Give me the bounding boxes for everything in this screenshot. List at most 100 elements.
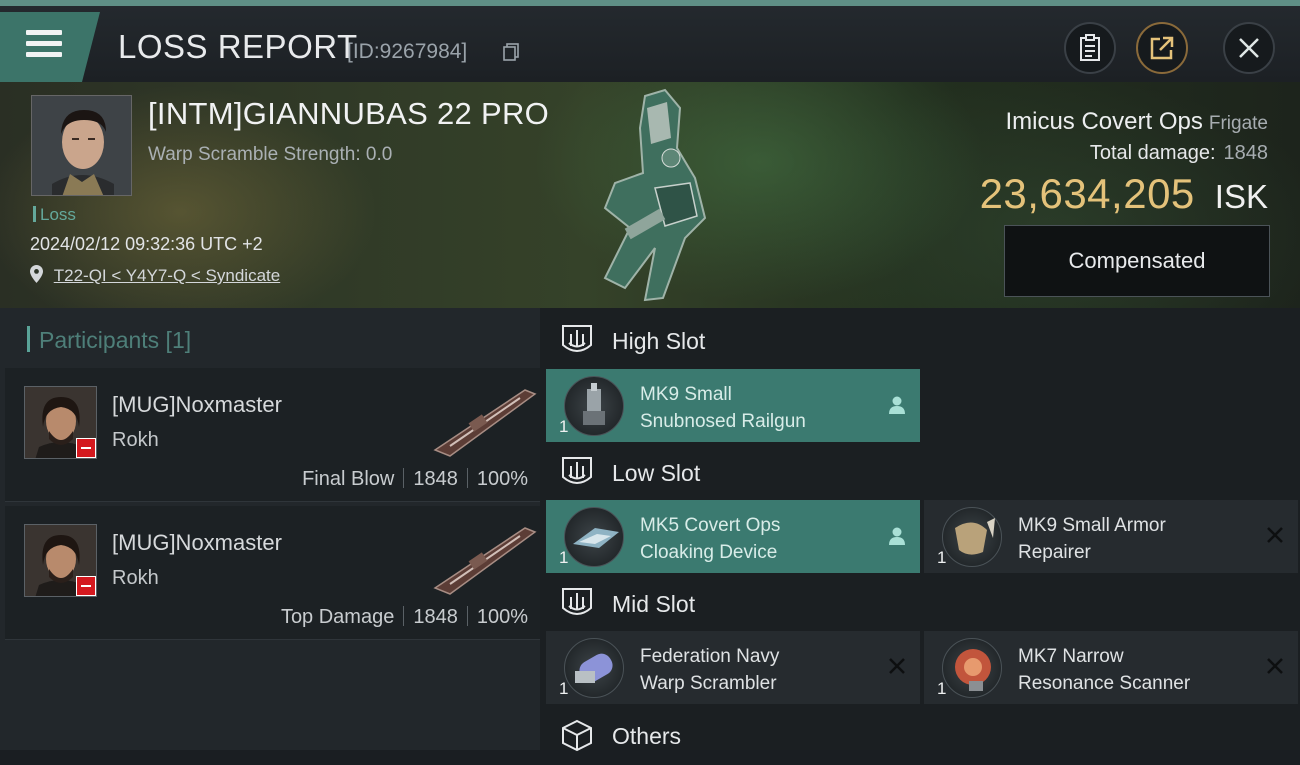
railgun-icon xyxy=(564,376,624,436)
module-name-line: Cloaking Device xyxy=(640,542,778,563)
participant-name[interactable]: [MUG]Noxmaster xyxy=(112,530,282,556)
ship-name-line: Imicus Covert Ops Frigate xyxy=(1005,108,1268,136)
module-name: MK7 Narrow Resonance Scanner xyxy=(1018,643,1190,697)
participant-name[interactable]: [MUG]Noxmaster xyxy=(112,392,282,418)
victim-summary: [INTM]GIANNUBAS 22 PRO Warp Scramble Str… xyxy=(0,82,1300,308)
share-button[interactable] xyxy=(1136,22,1188,74)
module-mid-2[interactable]: 1 MK7 Narrow Resonance Scanner xyxy=(924,631,1298,704)
clipboard-icon xyxy=(1080,34,1100,61)
weapon-icon xyxy=(433,389,537,457)
module-high-1[interactable]: 1 MK9 Small Snubnosed Railgun xyxy=(546,369,920,442)
low-slot-header: Low Slot xyxy=(540,442,1300,502)
participants-panel: Participants [1] [MUG]Noxmaster Rokh Fin… xyxy=(0,308,540,750)
victim-avatar[interactable] xyxy=(31,95,132,196)
loss-tag: Loss xyxy=(33,205,76,225)
participant-percent: 100% xyxy=(476,468,528,490)
location-pin-icon xyxy=(30,265,43,283)
participant-damage: 1848 xyxy=(413,606,458,628)
high-slot-label: High Slot xyxy=(612,328,706,354)
module-name-line: Repairer xyxy=(1018,542,1091,563)
victim-name[interactable]: [INTM]GIANNUBAS 22 PRO xyxy=(148,96,549,132)
module-name-line: MK7 Narrow xyxy=(1018,646,1124,667)
menu-button[interactable] xyxy=(0,12,100,82)
share-icon xyxy=(1150,36,1174,60)
module-low-2[interactable]: 1 MK9 Small Armor Repairer xyxy=(924,500,1298,573)
participant-ship: Rokh xyxy=(112,429,159,451)
weapon-icon xyxy=(433,527,537,595)
compensated-button[interactable]: Compensated xyxy=(1004,225,1270,297)
flag-icon xyxy=(76,438,96,458)
isk-unit: ISK xyxy=(1214,178,1268,215)
module-quantity: 1 xyxy=(559,679,569,698)
participants-header[interactable]: Participants [1] xyxy=(27,326,191,354)
participant-avatar[interactable] xyxy=(24,386,97,459)
module-quantity: 1 xyxy=(559,548,569,567)
module-name: MK5 Covert Ops Cloaking Device xyxy=(640,512,780,566)
participant-percent: 100% xyxy=(476,606,528,628)
module-quantity: 1 xyxy=(937,679,947,698)
module-low-1[interactable]: 1 MK5 Covert Ops Cloaking Device xyxy=(546,500,920,573)
timestamp: 2024/02/12 09:32:36 UTC +2 xyxy=(30,234,263,254)
participant-stats: Top Damage 1848 100% xyxy=(281,606,528,629)
menu-icon xyxy=(26,30,62,35)
module-name-line: MK5 Covert Ops xyxy=(640,515,781,536)
module-quantity: 1 xyxy=(937,548,947,567)
close-button[interactable] xyxy=(1223,22,1275,74)
top-bar: LOSS REPORT [ID:9267984] xyxy=(0,0,1300,82)
others-label: Others xyxy=(612,723,682,749)
menu-icon-bar xyxy=(26,41,62,46)
total-damage-value: 1848 xyxy=(1223,142,1269,164)
location-link[interactable]: T22-QI < Y4Y7-Q < Syndicate xyxy=(54,266,280,285)
low-slot-icon xyxy=(562,457,592,484)
cube-icon xyxy=(562,719,592,752)
participant-row[interactable]: [MUG]Noxmaster Rokh Top Damage 1848 100% xyxy=(5,506,540,640)
flag-icon xyxy=(76,576,96,596)
module-name-line: Federation Navy xyxy=(640,646,780,667)
destroyed-icon xyxy=(889,658,905,674)
participant-damage: 1848 xyxy=(413,468,458,490)
participant-ship: Rokh xyxy=(112,567,159,589)
divider xyxy=(466,468,468,488)
divider xyxy=(403,468,405,488)
module-name-line: MK9 Small Armor xyxy=(1018,515,1166,536)
low-slot-label: Low Slot xyxy=(612,460,701,486)
person-icon xyxy=(889,527,905,545)
module-name-line: Resonance Scanner xyxy=(1018,673,1191,694)
module-mid-1[interactable]: 1 Federation Navy Warp Scrambler xyxy=(546,631,920,704)
others-header: Others xyxy=(540,705,1300,765)
mid-slot-header: Mid Slot xyxy=(540,573,1300,633)
total-damage-label: Total damage: xyxy=(1089,142,1216,164)
module-name-line: Warp Scrambler xyxy=(640,673,777,694)
module-name-line: MK9 Small xyxy=(640,384,732,405)
ship-image xyxy=(603,88,707,302)
cloaking-device-icon xyxy=(564,507,624,567)
total-damage-line: Total damage: 1848 xyxy=(1090,142,1268,165)
copy-icon[interactable] xyxy=(503,43,519,61)
ship-name[interactable]: Imicus Covert Ops xyxy=(1005,108,1202,135)
module-name: MK9 Small Armor Repairer xyxy=(1018,512,1166,566)
location[interactable]: T22-QI < Y4Y7-Q < Syndicate xyxy=(30,265,280,286)
person-icon xyxy=(889,396,905,414)
module-name: Federation Navy Warp Scrambler xyxy=(640,643,779,697)
mid-slot-label: Mid Slot xyxy=(612,591,696,617)
menu-icon-bar xyxy=(26,52,62,57)
high-slot-icon xyxy=(562,325,592,352)
mid-slot-icon xyxy=(562,588,592,615)
page-title: LOSS REPORT xyxy=(118,28,358,65)
isk-amount: 23,634,205 xyxy=(979,170,1195,217)
destroyed-icon xyxy=(1267,658,1283,674)
divider xyxy=(403,606,405,626)
ship-class: Frigate xyxy=(1208,113,1268,134)
portrait-image xyxy=(32,96,131,195)
destroyed-icon xyxy=(1267,527,1283,543)
warp-scrambler-icon xyxy=(564,638,624,698)
armor-repairer-icon xyxy=(942,507,1002,567)
module-name-line: Snubnosed Railgun xyxy=(640,411,806,432)
module-quantity: 1 xyxy=(559,417,569,436)
participant-stats: Final Blow 1848 100% xyxy=(302,468,528,491)
participant-avatar[interactable] xyxy=(24,524,97,597)
high-slot-header: High Slot xyxy=(540,310,1300,370)
report-id: [ID:9267984] xyxy=(347,40,468,63)
clipboard-button[interactable] xyxy=(1064,22,1116,74)
participant-row[interactable]: [MUG]Noxmaster Rokh Final Blow 1848 100% xyxy=(5,368,540,502)
